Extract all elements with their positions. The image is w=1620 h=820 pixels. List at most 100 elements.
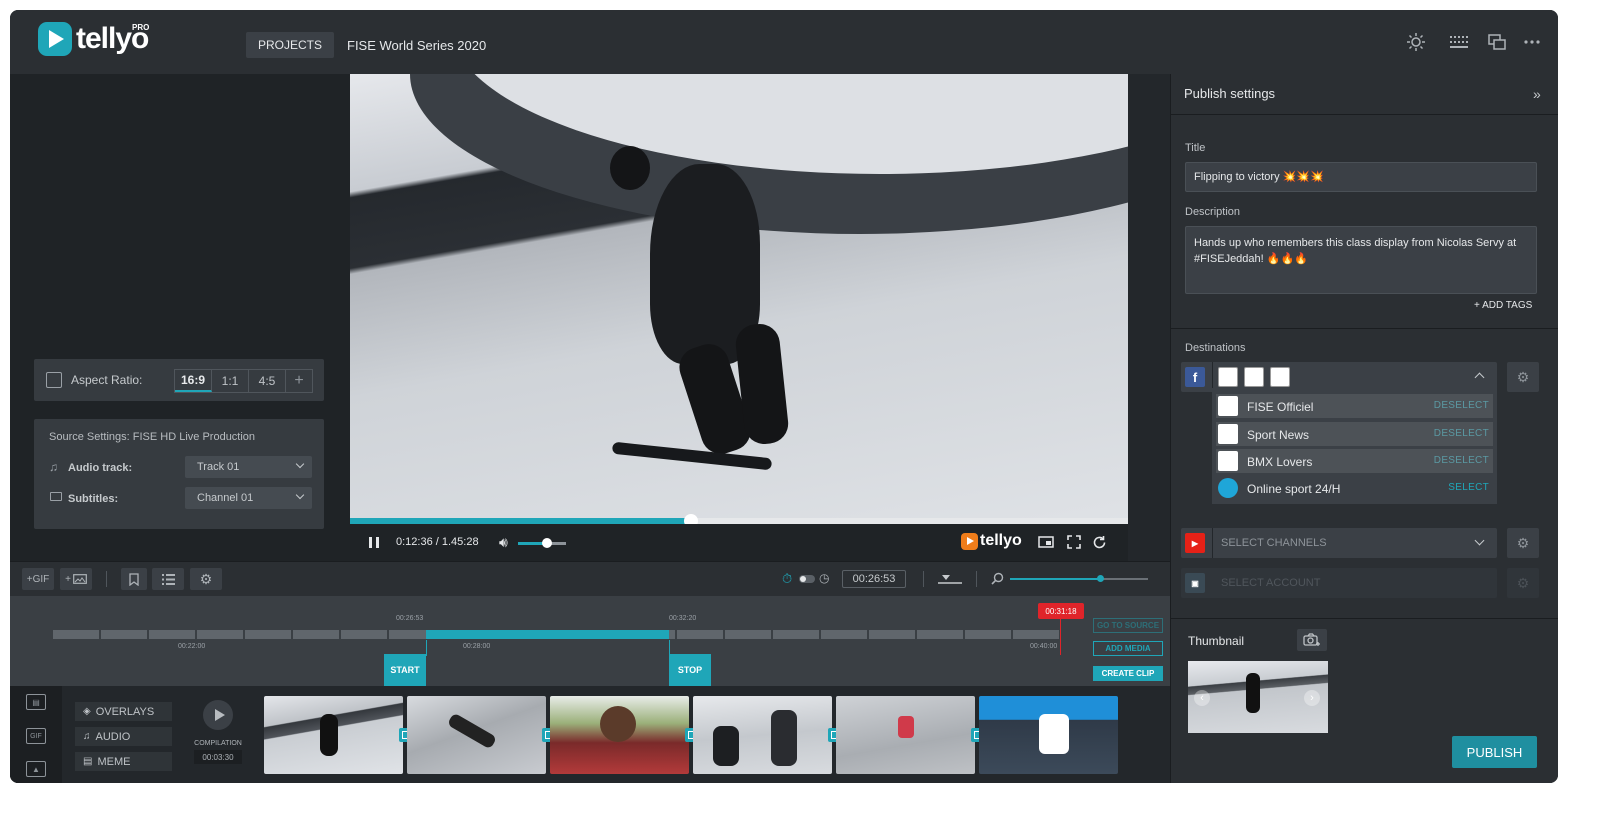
film-icon[interactable]: ▤ [26,694,46,710]
video-controls: 0:12:36 / 1.45:28 🔊︎ tellyo [350,524,1128,561]
playhead-line[interactable] [1060,619,1061,655]
aspect-option-1-1[interactable]: 1:1 [212,370,249,392]
channel-item-online-sport[interactable]: Online sport 24/H SELECT [1216,476,1493,500]
stopwatch-icon[interactable]: ⏱ [782,571,792,587]
pause-icon[interactable] [369,537,379,548]
logo-play-icon [961,532,978,550]
timeline[interactable]: 00:26:53 00:32:20 00:22:00 00:28:00 00:4… [10,596,1170,686]
channel-item-fise-officiel[interactable]: FISE Officiel DESELECT [1216,394,1493,418]
add-gif-button[interactable]: +GIF [22,568,54,590]
timeline-segment [725,630,771,639]
list-button[interactable] [152,568,184,590]
play-compilation-button[interactable] [203,700,233,730]
add-media-button[interactable]: ADD MEDIA [1093,641,1163,656]
clip-thumbnail[interactable] [979,696,1118,774]
settings-button[interactable]: ⚙ [190,568,222,590]
collapse-panel-icon[interactable]: » [1533,86,1541,102]
publish-button[interactable]: PUBLISH [1452,736,1537,768]
header-bar: tellyo PRO PROJECTS FISE World Series 20… [10,10,1558,74]
refresh-icon[interactable] [1091,534,1107,550]
thumbnail-preview[interactable]: ‹ › [1188,661,1328,733]
channel-action[interactable]: DESELECT [1434,428,1489,439]
toolbar-divider [976,571,977,587]
marker-icon[interactable] [938,572,962,586]
add-thumbnail-button[interactable] [1297,629,1327,651]
image-icon [73,574,87,584]
channel-avatar [1218,478,1238,498]
row-divider [1212,528,1213,558]
clip-thumbnail[interactable] [836,696,975,774]
clock-icon[interactable]: ◷ [819,571,829,585]
timeline-segment [821,630,867,639]
picture-in-picture-icon[interactable] [1038,534,1054,550]
time-mode-toggle[interactable] [799,575,815,583]
channel-avatar [1218,424,1238,444]
go-to-source-button[interactable]: GO TO SOURCE [1093,618,1163,633]
volume-slider[interactable] [518,538,566,548]
duration-field[interactable]: 00:26:53 [842,570,906,588]
timeline-segment [677,630,723,639]
chevron-down-icon[interactable] [1474,535,1485,546]
clip-thumbnail[interactable] [407,696,546,774]
add-tags-button[interactable]: + ADD TAGS [1474,300,1532,311]
image-icon[interactable]: ▲ [26,761,46,777]
bookmark-button[interactable] [121,568,147,590]
account-icon: ▣ [1185,573,1205,593]
thumb-figure [771,710,797,766]
channel-action[interactable]: DESELECT [1434,400,1489,411]
sun-icon[interactable] [1406,32,1426,52]
channel-action[interactable]: DESELECT [1434,455,1489,466]
projects-button[interactable]: PROJECTS [246,32,334,58]
grid-icon[interactable] [1449,32,1469,52]
aspect-option-16-9[interactable]: 16:9 [175,370,212,392]
title-input[interactable]: Flipping to victory 💥💥💥 [1185,162,1537,192]
description-input[interactable]: Hands up who remembers this class displa… [1185,226,1537,294]
chevron-right-icon[interactable]: › [1304,690,1320,706]
chevron-up-icon[interactable] [1474,372,1485,383]
volume-icon[interactable]: 🔊︎ [499,534,508,551]
timeline-tick-label: 00:22:00 [178,643,206,650]
playhead-time-badge: 00:31:18 [1038,603,1084,619]
youtube-destination[interactable]: ▶ SELECT CHANNELS [1181,528,1497,558]
crop-icon [46,372,62,388]
channel-action[interactable]: SELECT [1448,482,1489,493]
channel-item-sport-news[interactable]: Sport News DESELECT [1216,422,1493,446]
stop-marker-button[interactable]: STOP [669,654,711,686]
fullscreen-icon[interactable] [1066,534,1082,550]
add-aspect-button[interactable]: + [286,370,312,392]
video-preview[interactable] [350,74,1128,526]
aspect-option-4-5[interactable]: 4:5 [249,370,286,392]
start-marker-button[interactable]: START [384,654,426,686]
facebook-settings-button[interactable]: ⚙ [1507,362,1539,392]
account-settings-button: ⚙ [1507,568,1539,598]
thumb-figure [446,712,498,750]
editor-toolbar: +GIF + ⚙ ⏱ ◷ 00:26:53 [10,561,1170,596]
audio-track-select[interactable]: Track 01 [185,456,312,478]
meme-button[interactable]: ▤ MEME [75,752,172,771]
gear-icon: ⚙ [1516,368,1530,385]
timeline-selection[interactable] [426,630,669,639]
add-image-button[interactable]: + [60,568,92,590]
subtitles-select[interactable]: Channel 01 [185,487,312,509]
youtube-settings-button[interactable]: ⚙ [1507,528,1539,558]
chevron-down-icon [295,490,305,500]
logo-pro-badge: PRO [132,23,150,32]
clip-thumbnail[interactable] [693,696,832,774]
gif-icon[interactable]: GIF [26,728,46,744]
create-clip-button[interactable]: CREATE CLIP [1093,666,1163,681]
clip-thumbnail[interactable] [550,696,689,774]
volume-handle[interactable] [542,538,552,548]
windows-icon[interactable] [1487,32,1507,52]
selection-end-time: 00:32:20 [669,615,697,622]
clip-thumbnail[interactable] [264,696,403,774]
camera-icon [1303,633,1320,646]
channel-name: BMX Lovers [1247,455,1313,469]
chevron-left-icon[interactable]: ‹ [1194,690,1210,706]
zoom-slider[interactable] [1010,575,1148,582]
overlays-button[interactable]: ◈ OVERLAYS [75,702,172,721]
audio-button[interactable]: ♫ AUDIO [75,727,172,746]
more-icon[interactable] [1522,32,1542,52]
skater-head [610,146,650,190]
zoom-handle[interactable] [1097,575,1104,582]
channel-item-bmx-lovers[interactable]: BMX Lovers DESELECT [1216,449,1493,473]
